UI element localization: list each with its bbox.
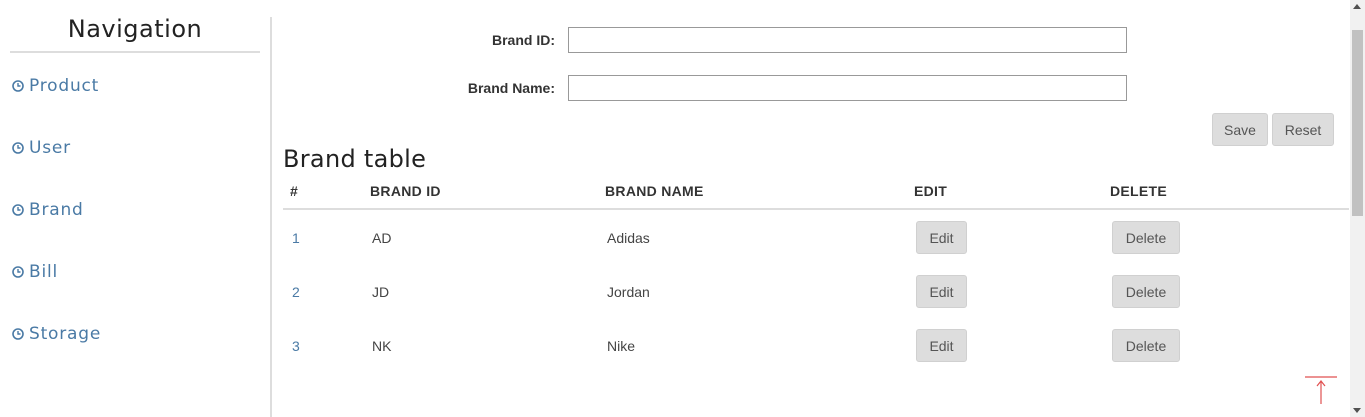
brand-name-input[interactable]: [568, 75, 1127, 101]
nav-title: Navigation: [10, 0, 260, 53]
scroll-up-icon[interactable]: [1353, 4, 1361, 9]
column-header-delete: DELETE: [1110, 183, 1168, 199]
delete-button[interactable]: Delete: [1112, 275, 1180, 308]
sidebar-item-label: Storage: [29, 324, 102, 344]
scrollbar-thumb[interactable]: [1352, 30, 1363, 216]
clock-icon: [12, 328, 24, 340]
save-button[interactable]: Save: [1212, 113, 1268, 146]
arrow-up-icon[interactable]: [1304, 376, 1338, 406]
clock-icon: [12, 80, 24, 92]
edit-button[interactable]: Edit: [916, 329, 967, 362]
brand-id-input[interactable]: [568, 27, 1127, 53]
sidebar-item-label: Bill: [29, 262, 59, 282]
sidebar-item-bill[interactable]: Bill: [12, 262, 58, 282]
edit-button[interactable]: Edit: [916, 221, 967, 254]
sidebar-item-label: User: [29, 138, 71, 158]
row-index: 1: [292, 230, 300, 246]
sidebar-item-user[interactable]: User: [12, 138, 71, 158]
sidebar-item-brand[interactable]: Brand: [12, 200, 84, 220]
clock-icon: [12, 204, 24, 216]
clock-icon: [12, 266, 24, 278]
clock-icon: [12, 142, 24, 154]
row-index: 3: [292, 338, 300, 354]
column-header-index: #: [290, 183, 299, 199]
row-brand-id: AD: [372, 230, 392, 246]
delete-button[interactable]: Delete: [1112, 221, 1180, 254]
brand-id-label: Brand ID:: [492, 32, 555, 48]
row-brand-id: NK: [372, 338, 392, 354]
sidebar-item-storage[interactable]: Storage: [12, 324, 101, 344]
page-scrollbar[interactable]: [1350, 0, 1365, 417]
column-header-brand-id: BRAND ID: [370, 183, 441, 199]
brand-name-label: Brand Name:: [467, 80, 555, 96]
sidebar-divider: [270, 17, 272, 417]
sidebar-item-label: Brand: [29, 200, 84, 220]
row-index: 2: [292, 284, 300, 300]
row-brand-id: JD: [372, 284, 390, 300]
row-brand-name: Jordan: [607, 284, 650, 300]
row-brand-name: Adidas: [607, 230, 650, 246]
sidebar-item-label: Product: [29, 76, 100, 96]
edit-button[interactable]: Edit: [916, 275, 967, 308]
table-title: Brand table: [283, 145, 427, 173]
sidebar-item-product[interactable]: Product: [12, 76, 99, 96]
scroll-down-icon[interactable]: [1353, 408, 1361, 413]
table-header-divider: [283, 208, 1349, 210]
column-header-brand-name: BRAND NAME: [605, 183, 704, 199]
row-brand-name: Nike: [607, 338, 636, 354]
column-header-edit: EDIT: [914, 183, 948, 199]
reset-button[interactable]: Reset: [1272, 113, 1334, 146]
delete-button[interactable]: Delete: [1112, 329, 1180, 362]
